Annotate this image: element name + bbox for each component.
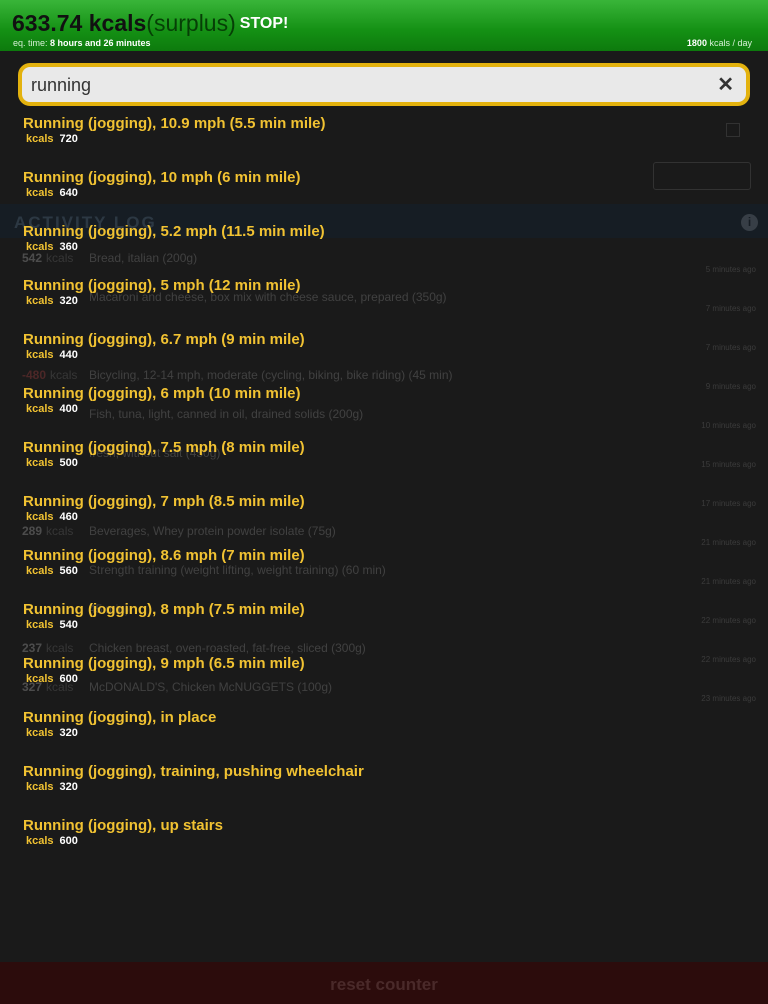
daily-rate-unit: kcals / day — [709, 38, 752, 48]
kcal-value: 440 — [59, 349, 78, 361]
suggestion-name: Running (jogging), 10 mph (6 min mile) — [23, 169, 301, 186]
info-icon: i — [741, 214, 758, 231]
suggestion-item[interactable]: Running (jogging), 6.7 mph (9 min mile) k… — [23, 331, 743, 381]
kcal-value: 400 — [59, 403, 78, 415]
kcal-label: kcals — [26, 403, 54, 415]
suggestion-item[interactable]: Running (jogging), 5 mph (12 min mile) kc… — [23, 277, 743, 327]
suggestion-item[interactable]: Running (jogging), up stairs kcals 600 — [23, 817, 743, 867]
suggestion-kcal: kcals 640 — [26, 187, 78, 199]
suggestion-name: Running (jogging), training, pushing whe… — [23, 763, 364, 780]
kcal-label: kcals — [26, 349, 54, 361]
suggestion-item[interactable]: Running (jogging), 9 mph (6.5 min mile) k… — [23, 655, 743, 705]
eq-time-label: eq. time: — [13, 38, 48, 48]
kcal-label: kcals — [26, 565, 54, 577]
kcal-label: kcals — [26, 727, 54, 739]
kcal-value: 320 — [59, 781, 78, 793]
surplus-label: (surplus) — [146, 10, 236, 36]
kcal-label: kcals — [26, 619, 54, 631]
suggestion-kcal: kcals 720 — [26, 133, 78, 145]
suggestion-name: Running (jogging), 6 mph (10 min mile) — [23, 385, 301, 402]
suggestion-name: Running (jogging), 8 mph (7.5 min mile) — [23, 601, 305, 618]
suggestion-name: Running (jogging), 9 mph (6.5 min mile) — [23, 655, 305, 672]
search-input[interactable] — [31, 74, 701, 96]
kcal-value: 320 — [59, 727, 78, 739]
suggestion-kcal: kcals 600 — [26, 835, 78, 847]
suggestion-item[interactable]: Running (jogging), 7 mph (8.5 min mile) k… — [23, 493, 743, 543]
suggestion-kcal: kcals 320 — [26, 781, 78, 793]
kcal-value: 540 — [59, 619, 78, 631]
kcal-label: kcals — [26, 187, 54, 199]
suggestion-kcal: kcals 320 — [26, 295, 78, 307]
suggestion-kcal: kcals 540 — [26, 619, 78, 631]
kcal-label: kcals — [26, 457, 54, 469]
suggestion-kcal: kcals 600 — [26, 673, 78, 685]
kcal-value: 500 — [59, 457, 78, 469]
kcal-label: kcals — [26, 511, 54, 523]
kcal-value: 720 — [59, 133, 78, 145]
kcal-value: 360 — [59, 241, 78, 253]
stop-warning: STOP! — [239, 15, 289, 32]
calorie-total: 633.74 kcals — [12, 10, 147, 36]
daily-rate: 1800 kcals / day — [687, 38, 752, 48]
search-box: ✕ — [18, 63, 750, 106]
kcal-label: kcals — [26, 781, 54, 793]
suggestion-name: Running (jogging), 5 mph (12 min mile) — [23, 277, 301, 294]
suggestion-item[interactable]: Running (jogging), 8 mph (7.5 min mile) k… — [23, 601, 743, 651]
suggestion-name: Running (jogging), 7 mph (8.5 min mile) — [23, 493, 305, 510]
kcal-value: 320 — [59, 295, 78, 307]
equivalent-time: eq. time: 8 hours and 26 minutes — [13, 38, 151, 48]
daily-rate-value: 1800 — [686, 38, 707, 48]
suggestion-kcal: kcals 320 — [26, 727, 78, 739]
kcal-label: kcals — [26, 295, 54, 307]
calorie-header: 633.74 kcals(surplus) STOP! eq. time: 8 h… — [0, 0, 768, 51]
suggestion-item[interactable]: Running (jogging), in place kcals 320 — [23, 709, 743, 759]
suggestion-kcal: kcals 400 — [26, 403, 78, 415]
eq-time-value: 8 hours and 26 minutes — [50, 38, 151, 48]
calorie-summary: 633.74 kcals(surplus) STOP! — [12, 10, 288, 37]
kcal-value: 560 — [59, 565, 78, 577]
suggestion-item[interactable]: Running (jogging), 6 mph (10 min mile) kc… — [23, 385, 743, 435]
suggestion-name: Running (jogging), in place — [23, 709, 217, 726]
suggestion-item[interactable]: Running (jogging), 10 mph (6 min mile) kc… — [23, 169, 743, 219]
kcal-value: 640 — [59, 187, 78, 199]
suggestion-name: Running (jogging), 7.5 mph (8 min mile) — [23, 439, 305, 456]
kcal-value: 600 — [59, 673, 78, 685]
close-icon[interactable]: ✕ — [717, 75, 734, 95]
suggestion-name: Running (jogging), 5.2 mph (11.5 min mil… — [23, 223, 325, 240]
suggestion-kcal: kcals 440 — [26, 349, 78, 361]
suggestion-kcal: kcals 560 — [26, 565, 78, 577]
suggestion-name: Running (jogging), 6.7 mph (9 min mile) — [23, 331, 305, 348]
suggestion-item[interactable]: Running (jogging), training, pushing whe… — [23, 763, 743, 813]
reset-counter-button[interactable]: reset counter — [0, 962, 768, 1004]
suggestion-kcal: kcals 500 — [26, 457, 78, 469]
kcal-label: kcals — [26, 241, 54, 253]
suggestion-item[interactable]: Running (jogging), 7.5 mph (8 min mile) k… — [23, 439, 743, 489]
suggestion-kcal: kcals 360 — [26, 241, 78, 253]
suggestion-item[interactable]: Running (jogging), 5.2 mph (11.5 min mil… — [23, 223, 743, 273]
suggestion-name: Running (jogging), 8.6 mph (7 min mile) — [23, 547, 305, 564]
suggestion-kcal: kcals 460 — [26, 511, 78, 523]
suggestion-name: Running (jogging), 10.9 mph (5.5 min mil… — [23, 115, 326, 132]
kcal-value: 460 — [59, 511, 78, 523]
kcal-label: kcals — [26, 133, 54, 145]
suggestion-item[interactable]: Running (jogging), 8.6 mph (7 min mile) k… — [23, 547, 743, 597]
suggestion-name: Running (jogging), up stairs — [23, 817, 223, 834]
kcal-label: kcals — [26, 673, 54, 685]
reset-counter-label: reset counter — [330, 975, 438, 994]
kcal-value: 600 — [59, 835, 78, 847]
suggestion-item[interactable]: Running (jogging), 10.9 mph (5.5 min mil… — [23, 115, 743, 165]
kcal-label: kcals — [26, 835, 54, 847]
